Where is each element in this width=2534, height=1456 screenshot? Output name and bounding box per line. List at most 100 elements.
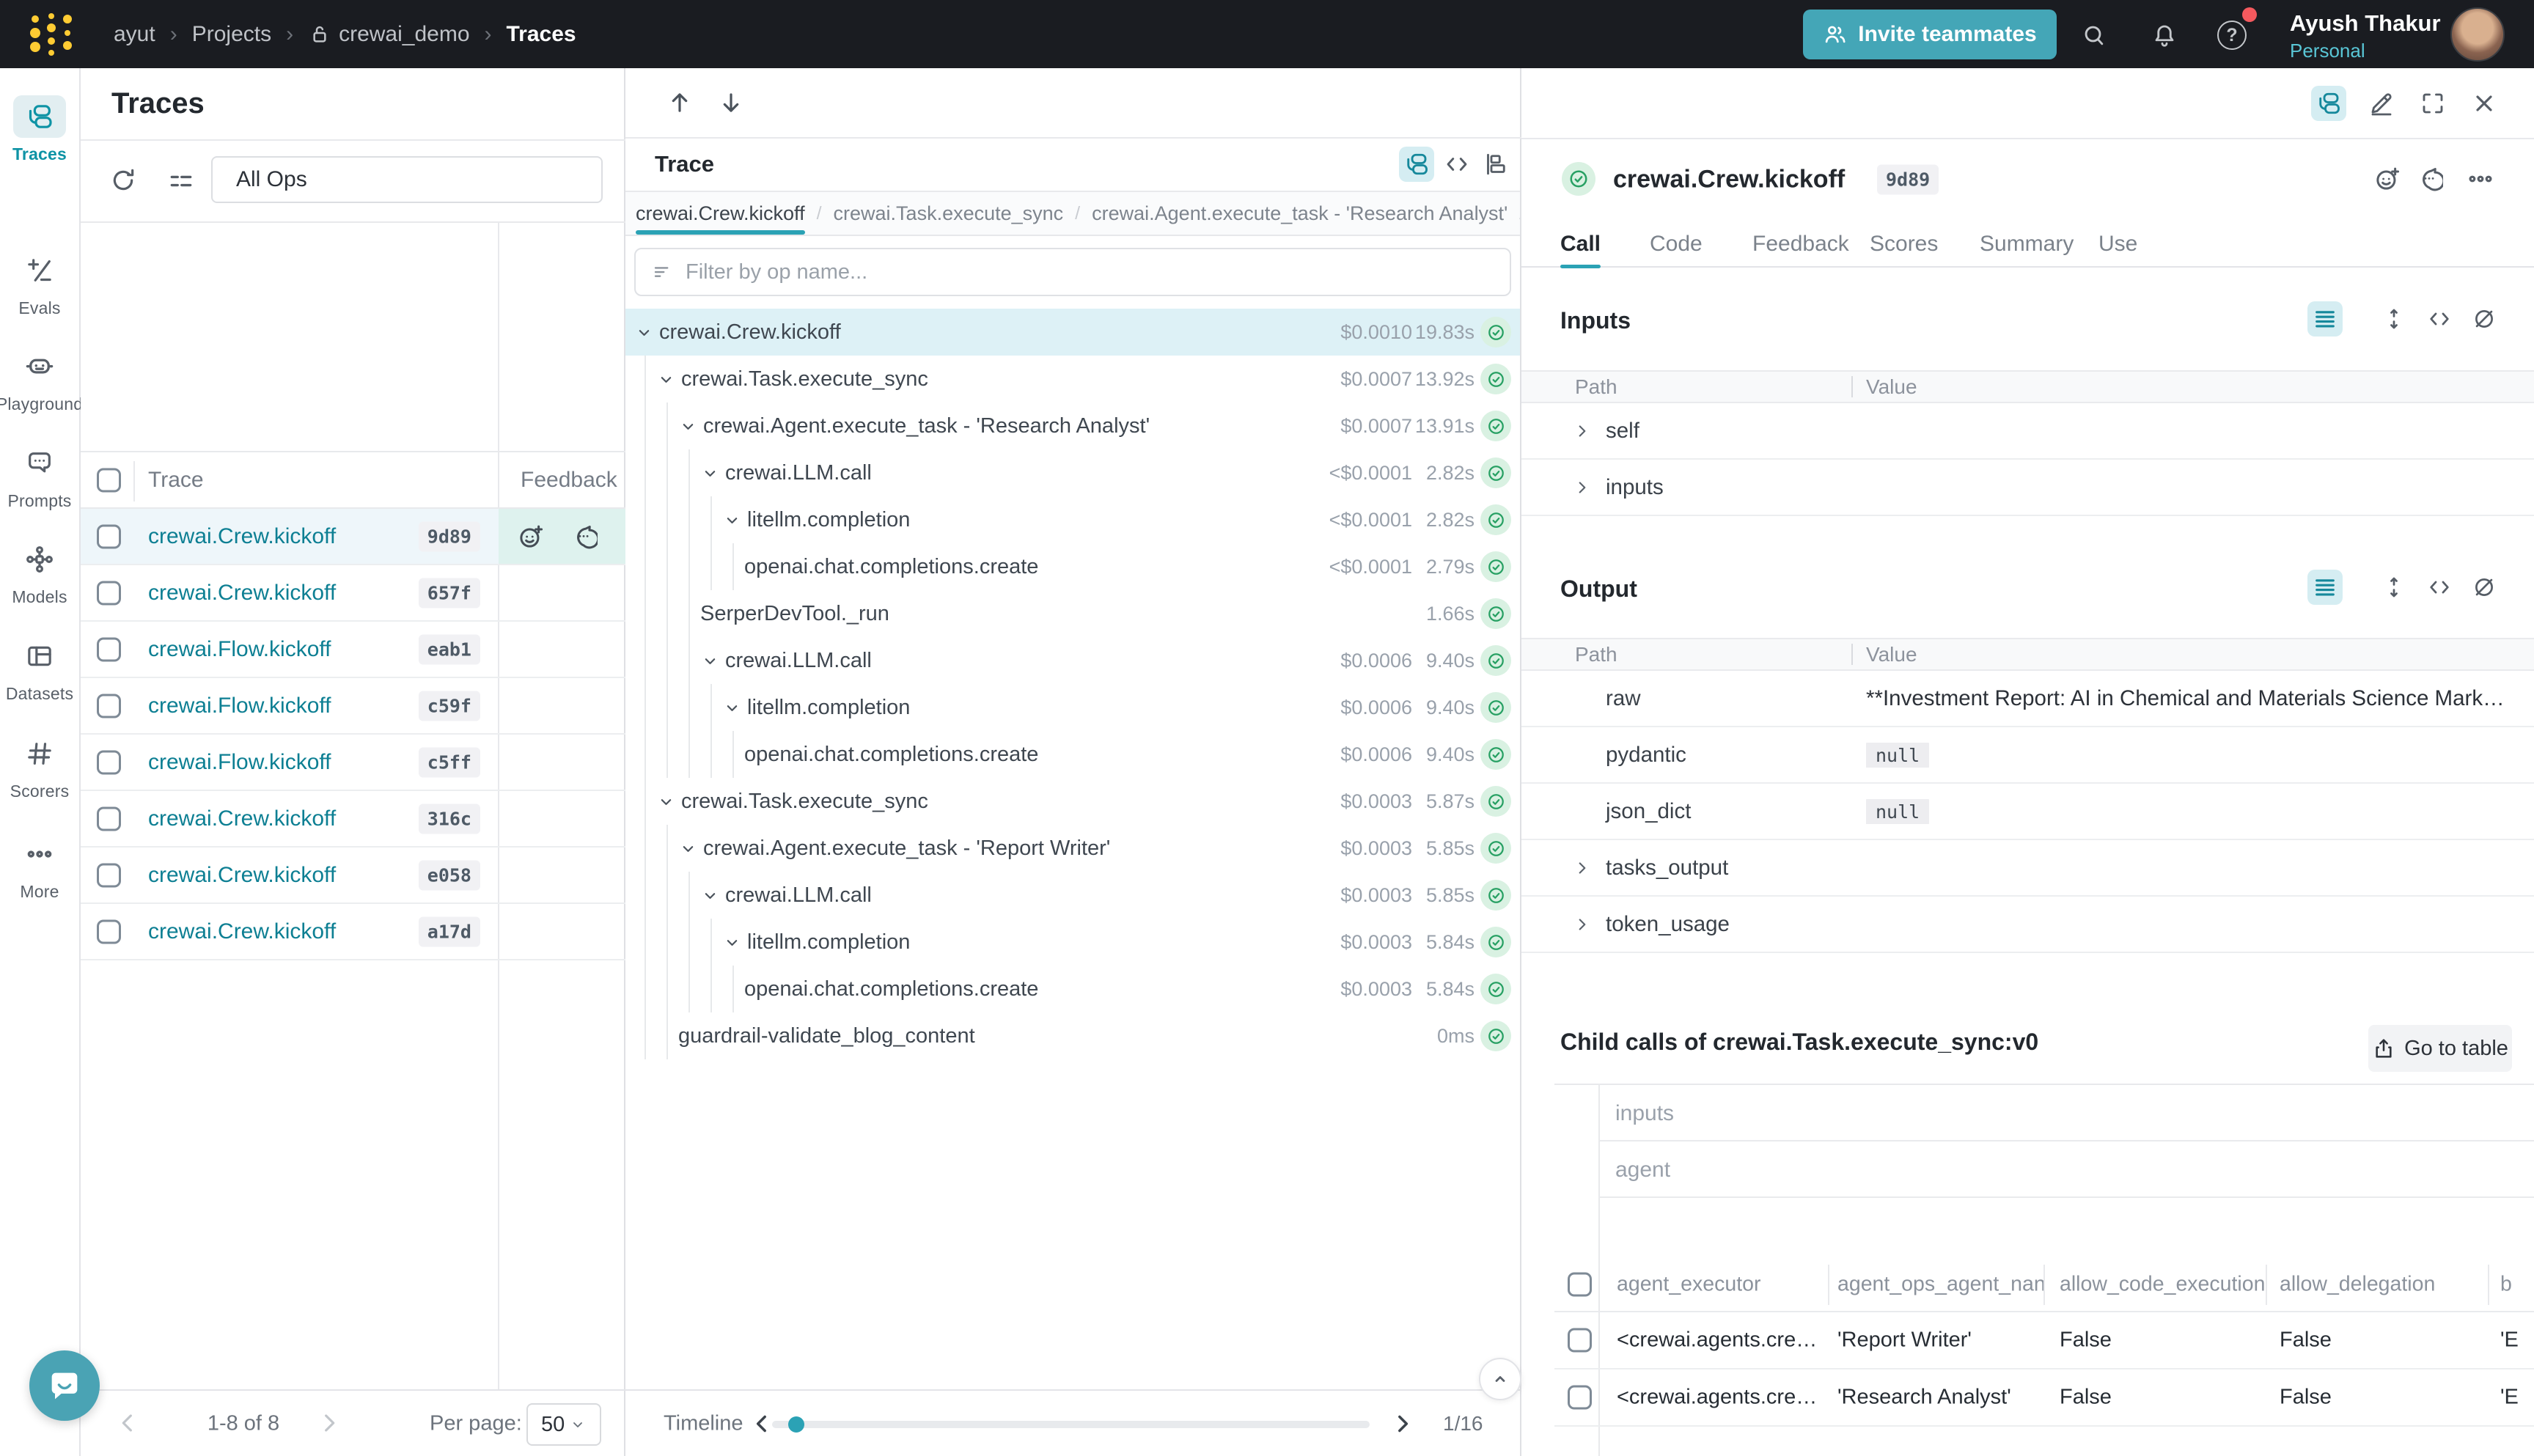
sidebar-item-prompts[interactable]: Prompts bbox=[0, 442, 79, 511]
output-row-token-usage[interactable]: token_usage bbox=[1521, 897, 2534, 953]
chevron-down-icon[interactable] bbox=[722, 684, 744, 731]
column-header-trace[interactable]: Trace bbox=[148, 468, 204, 493]
tree-row[interactable]: litellm.completion$0.00035.84s bbox=[625, 919, 1520, 966]
child-table-row[interactable]: <crewai.agents.cre… 'Report Writer' Fals… bbox=[1554, 1312, 2534, 1369]
chevron-down-icon[interactable] bbox=[722, 919, 744, 966]
invite-teammates-button[interactable]: Invite teammates bbox=[1803, 10, 2057, 59]
chevron-down-icon[interactable] bbox=[722, 496, 744, 543]
table-row[interactable]: crewai.Crew.kickoffa17d bbox=[81, 904, 625, 960]
row-checkbox[interactable] bbox=[97, 694, 121, 718]
code-view-icon[interactable] bbox=[1439, 147, 1475, 182]
op-filter-input[interactable] bbox=[686, 260, 1494, 284]
tree-row[interactable]: crewai.LLM.call$0.00035.85s bbox=[625, 872, 1520, 919]
tree-row[interactable]: SerperDevTool._run1.66s bbox=[625, 590, 1520, 637]
output-row-tasks-output[interactable]: tasks_output bbox=[1521, 840, 2534, 897]
search-icon[interactable] bbox=[2081, 22, 2107, 48]
tab-call[interactable]: Call bbox=[1560, 220, 1601, 268]
help-icon[interactable]: ? bbox=[2217, 21, 2247, 50]
tree-row[interactable]: crewai.Agent.execute_task - 'Report Writ… bbox=[625, 825, 1520, 872]
chevron-down-icon[interactable] bbox=[634, 309, 656, 356]
row-checkbox[interactable] bbox=[97, 806, 121, 831]
comment-icon[interactable] bbox=[570, 523, 598, 551]
chevron-down-icon[interactable] bbox=[678, 825, 700, 872]
support-chat-button[interactable] bbox=[29, 1350, 100, 1421]
table-row[interactable]: crewai.Crew.kickoffe058 bbox=[81, 848, 625, 904]
manage-columns-icon[interactable] bbox=[167, 167, 195, 195]
trace-link[interactable]: crewai.Crew.kickoff bbox=[148, 581, 336, 606]
select-all-checkbox[interactable] bbox=[1568, 1272, 1592, 1296]
table-row[interactable]: crewai.Flow.kickoffc5ff bbox=[81, 735, 625, 791]
chevron-down-icon[interactable] bbox=[700, 872, 722, 919]
user-menu[interactable]: Ayush Thakur Personal bbox=[2290, 10, 2441, 62]
column-header[interactable]: agent_executor bbox=[1617, 1272, 1760, 1296]
call-id-badge[interactable]: 9d89 bbox=[1877, 165, 1939, 195]
row-checkbox[interactable] bbox=[97, 524, 121, 548]
tree-row[interactable]: openai.chat.completions.create$0.00069.4… bbox=[625, 731, 1520, 778]
column-header[interactable]: agent_ops_agent_nan bbox=[1837, 1272, 2046, 1296]
refresh-icon[interactable] bbox=[109, 166, 138, 195]
tab-feedback[interactable]: Feedback bbox=[1752, 220, 1849, 268]
tab-summary[interactable]: Summary bbox=[1980, 220, 2074, 268]
column-header[interactable]: allow_delegation bbox=[2280, 1272, 2435, 1296]
edit-pencil-icon[interactable] bbox=[2364, 86, 2399, 121]
breadcrumb-project[interactable]: crewai_demo bbox=[308, 22, 469, 47]
chevron-down-icon[interactable] bbox=[678, 402, 700, 449]
list-view-icon[interactable] bbox=[2307, 570, 2343, 605]
sidebar-item-playground[interactable]: Playground bbox=[0, 345, 79, 414]
table-row[interactable]: crewai.Crew.kickoff316c bbox=[81, 791, 625, 848]
row-checkbox[interactable] bbox=[97, 637, 121, 661]
trace-link[interactable]: crewai.Flow.kickoff bbox=[148, 750, 331, 775]
tree-row[interactable]: crewai.Task.execute_sync$0.000713.92s bbox=[625, 356, 1520, 402]
column-header[interactable]: allow_code_execution bbox=[2060, 1272, 2265, 1296]
tab-scores[interactable]: Scores bbox=[1870, 220, 1938, 268]
tree-peek-icon[interactable] bbox=[2311, 86, 2346, 121]
breadcrumb-traces[interactable]: Traces bbox=[507, 22, 576, 47]
tree-row[interactable]: crewai.Crew.kickoff$0.001019.83s bbox=[625, 309, 1520, 356]
crumb-tab[interactable]: crewai.Agent.execute_task - 'Research An… bbox=[1092, 192, 1507, 235]
timeline-slider-handle[interactable] bbox=[788, 1416, 804, 1433]
breadcrumb-entity[interactable]: ayut bbox=[114, 22, 155, 47]
select-all-checkbox[interactable] bbox=[97, 468, 121, 492]
timeline-next-icon[interactable] bbox=[1388, 1410, 1416, 1438]
table-row[interactable]: crewai.Flow.kickoffeab1 bbox=[81, 622, 625, 678]
tree-row[interactable]: crewai.LLM.call<$0.00012.82s bbox=[625, 449, 1520, 496]
add-reaction-icon[interactable] bbox=[2370, 161, 2405, 196]
sidebar-item-traces[interactable]: Traces bbox=[0, 95, 79, 164]
sidebar-item-models[interactable]: Models bbox=[0, 538, 79, 607]
tree-row[interactable]: openai.chat.completions.create$0.00035.8… bbox=[625, 966, 1520, 1012]
chevron-right-icon[interactable] bbox=[1573, 478, 1592, 497]
row-checkbox[interactable] bbox=[97, 750, 121, 774]
tree-row[interactable]: openai.chat.completions.create<$0.00012.… bbox=[625, 543, 1520, 590]
code-view-icon[interactable] bbox=[2422, 301, 2457, 337]
table-row[interactable]: crewai.Crew.kickoff657f bbox=[81, 565, 625, 622]
code-view-icon[interactable] bbox=[2422, 570, 2457, 605]
column-header-feedback[interactable]: Feedback bbox=[521, 468, 617, 493]
notifications-bell-icon[interactable] bbox=[2151, 22, 2178, 48]
avatar[interactable] bbox=[2450, 7, 2505, 62]
hide-values-icon[interactable] bbox=[2467, 301, 2502, 337]
trace-link[interactable]: crewai.Crew.kickoff bbox=[148, 919, 336, 944]
next-page-icon[interactable] bbox=[314, 1408, 343, 1438]
trace-link[interactable]: crewai.Flow.kickoff bbox=[148, 637, 331, 662]
sidebar-item-more[interactable]: More bbox=[0, 833, 79, 902]
chevron-down-icon[interactable] bbox=[656, 778, 678, 825]
row-checkbox[interactable] bbox=[1568, 1328, 1592, 1353]
input-row-self[interactable]: self bbox=[1521, 403, 2534, 460]
expand-rows-icon[interactable] bbox=[2376, 301, 2412, 337]
chevron-down-icon[interactable] bbox=[656, 356, 678, 402]
chevron-right-icon[interactable] bbox=[1573, 858, 1592, 878]
row-checkbox[interactable] bbox=[1568, 1386, 1592, 1410]
tree-row[interactable]: litellm.completion$0.00069.40s bbox=[625, 684, 1520, 731]
row-checkbox[interactable] bbox=[97, 919, 121, 944]
tree-row[interactable]: crewai.Task.execute_sync$0.00035.87s bbox=[625, 778, 1520, 825]
table-row[interactable]: crewai.Crew.kickoff 9d89 bbox=[81, 509, 625, 565]
chevron-down-icon[interactable] bbox=[700, 637, 722, 684]
overflow-menu-icon[interactable] bbox=[2463, 161, 2498, 196]
scroll-to-top-button[interactable] bbox=[1479, 1358, 1521, 1400]
chevron-right-icon[interactable] bbox=[1573, 422, 1592, 441]
breadcrumb-projects[interactable]: Projects bbox=[192, 22, 271, 47]
flame-graph-icon[interactable] bbox=[1478, 147, 1513, 182]
sidebar-item-scorers[interactable]: Scorers bbox=[0, 732, 79, 801]
tree-view-icon[interactable] bbox=[1399, 147, 1434, 182]
row-checkbox[interactable] bbox=[97, 863, 121, 887]
